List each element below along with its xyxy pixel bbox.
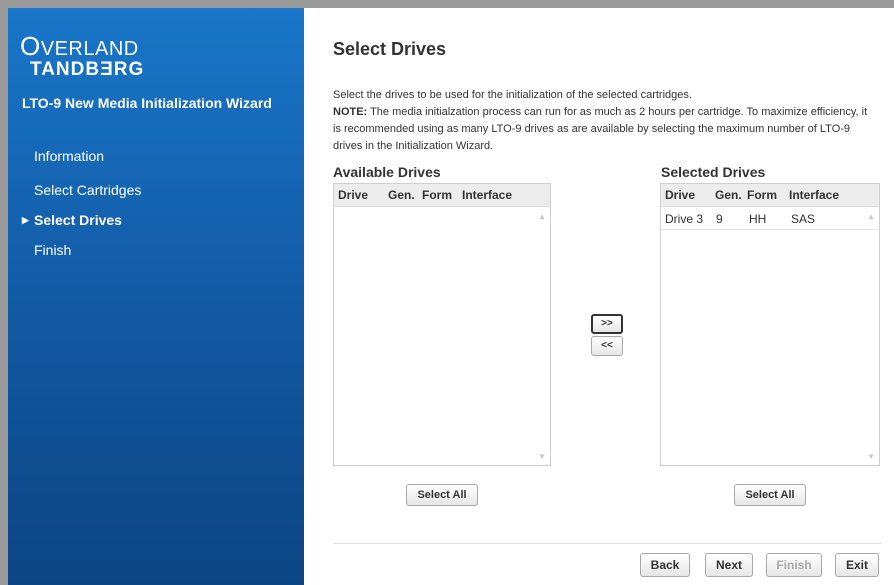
footer-divider [333,543,881,544]
step-select-cartridges[interactable]: Select Cartridges [8,175,304,205]
instructions-text: Select the drives to be used for the ini… [333,89,868,152]
selected-drives-header: Drive Gen. Form Interface [661,184,879,207]
available-select-all-button[interactable]: Select All [406,484,478,506]
selected-drives-title: Selected Drives [661,164,766,180]
exit-button[interactable]: Exit [835,553,879,577]
window-frame-top [0,0,894,8]
available-drives-header: Drive Gen. Form Interface [334,184,550,207]
finish-button[interactable]: Finish [766,553,822,577]
window-frame-left [0,0,8,585]
table-row[interactable]: Drive 3 9 HH SAS [661,207,879,230]
wizard-content: Select Drives Select the drives to be us… [304,8,894,585]
available-drives-list[interactable]: Drive Gen. Form Interface ▲ ▼ [333,183,551,466]
scroll-up-arrow-icon[interactable]: ▲ [867,212,875,221]
overland-tandberg-logo: OVERLAND TANDBƎRG [20,31,145,80]
selected-select-all-button[interactable]: Select All [734,484,806,506]
remove-drive-button[interactable]: << [591,336,623,356]
scroll-down-arrow-icon[interactable]: ▼ [867,452,875,461]
add-drive-button[interactable]: >> [591,314,623,334]
page-title: Select Drives [333,39,447,59]
selected-drives-list[interactable]: Drive Gen. Form Interface Drive 3 9 HH S… [660,183,880,466]
wizard-title: LTO-9 New Media Initialization Wizard [22,95,272,111]
step-finish[interactable]: Finish [8,235,304,265]
active-step-arrow-icon: ▶ [22,215,29,225]
wizard-steps-nav: Information Select Cartridges ▶ Select Dr… [8,141,304,265]
step-select-drives[interactable]: ▶ Select Drives [8,205,304,235]
scroll-up-arrow-icon[interactable]: ▲ [538,212,546,221]
next-button[interactable]: Next [705,553,753,577]
back-button[interactable]: Back [640,553,690,577]
wizard-sidebar: OVERLAND TANDBƎRG LTO-9 New Media Initia… [8,8,304,585]
available-drives-title: Available Drives [333,164,441,180]
step-information[interactable]: Information [8,141,304,171]
scroll-down-arrow-icon[interactable]: ▼ [538,452,546,461]
